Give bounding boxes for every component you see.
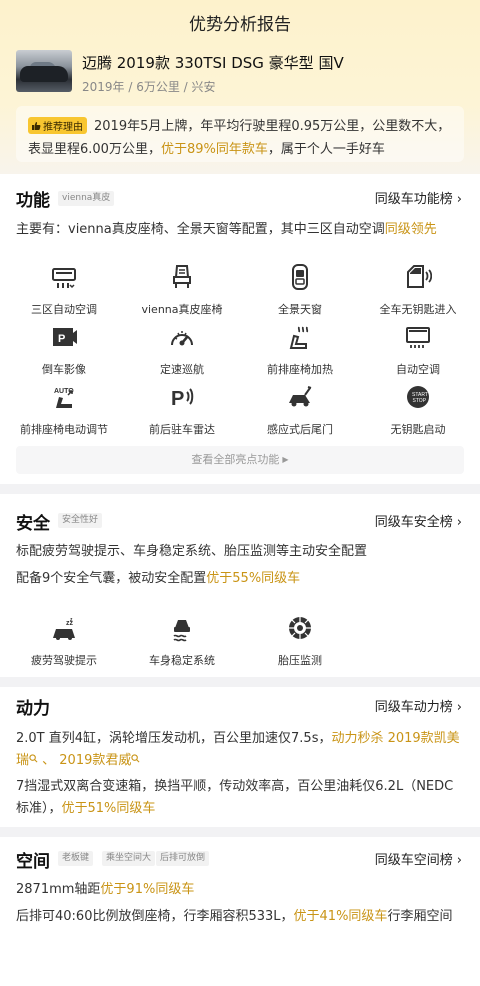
feature-label: 全车无钥匙进入 <box>379 303 457 316</box>
search-icon <box>29 754 38 763</box>
keyless-entry-icon <box>407 265 433 288</box>
feature-item[interactable]: P 倒车影像 <box>4 323 124 377</box>
chevron-right-icon: › <box>456 192 462 207</box>
function-section-title: 功能 <box>16 191 50 211</box>
power-line-1: 2.0T 直列4缸，涡轮增压发动机，百公里加速仅7.5s，动力秒杀 2019款凯… <box>16 731 460 768</box>
feature-label: 前排座椅加热 <box>267 363 333 376</box>
feature-label: 自动空调 <box>396 363 440 376</box>
feature-item[interactable]: 自动空调 <box>358 323 478 377</box>
feature-item[interactable]: 感应式后尾门 <box>240 383 360 437</box>
car-name: 迈腾 2019款 330TSI DSG 豪华型 国V <box>82 54 344 72</box>
page-title: 优势分析报告 <box>189 15 291 35</box>
fatigue-warning-icon: zzz <box>53 617 75 640</box>
safety-line-2: 配备9个安全气囊，被动安全配置优于55%同级车 <box>16 571 301 586</box>
feature-label: 车身稳定系统 <box>149 654 215 667</box>
feature-item[interactable]: 全车无钥匙进入 <box>358 263 478 317</box>
feature-label: 感应式后尾门 <box>267 423 333 436</box>
reverse-camera-icon: P <box>53 328 77 346</box>
feature-label: vienna真皮座椅 <box>141 303 223 316</box>
space-line-2: 后排可40:60比例放倒座椅，行李厢容积533L，优于41%同级车行李厢空间 <box>16 909 453 924</box>
ac-three-zone-icon <box>52 268 76 289</box>
feature-item[interactable]: P 前后驻车雷达 <box>122 383 242 437</box>
view-all-features-button[interactable]: 查看全部亮点功能 ▶ <box>16 446 464 474</box>
feature-item[interactable]: 车身稳定系统 <box>122 614 242 668</box>
function-summary: 主要有：vienna真皮座椅、全景天窗等配置，其中三区自动空调同级领先 <box>16 222 437 237</box>
feature-label: 前排座椅电动调节 <box>20 423 108 436</box>
smart-tailgate-icon <box>289 386 312 407</box>
feature-item[interactable]: 三区自动空调 <box>4 263 124 317</box>
parking-radar-icon: P <box>171 388 194 410</box>
space-card: 空间 老板键 乘坐空间大 后排可放倒 同级车空间榜 › 2871mm轴距优于91%… <box>0 837 480 986</box>
space-tag-1: 老板键 <box>58 851 94 866</box>
feature-label: 胎压监测 <box>278 654 322 667</box>
safety-rank-link[interactable]: 同级车安全榜 › <box>375 511 462 530</box>
feature-label: 无钥匙启动 <box>390 423 446 436</box>
play-triangle-icon: ▶ <box>282 455 289 464</box>
panoramic-sunroof-icon <box>292 264 308 290</box>
feature-label: 三区自动空调 <box>31 303 97 316</box>
chevron-right-icon: › <box>456 853 462 868</box>
svg-text:P: P <box>58 333 65 345</box>
tire-pressure-icon <box>289 617 311 639</box>
search-icon <box>131 754 140 763</box>
feature-label: 定速巡航 <box>160 363 204 376</box>
space-line-1: 2871mm轴距优于91%同级车 <box>16 882 195 897</box>
feature-label: 疲劳驾驶提示 <box>31 654 97 667</box>
auto-ac-icon <box>406 327 430 348</box>
feature-item[interactable]: 胎压监测 <box>240 614 360 668</box>
svg-text:P: P <box>171 388 184 410</box>
recommend-reason-tag: 推荐理由 <box>28 117 87 134</box>
stability-control-icon <box>173 620 190 642</box>
thumbs-up-icon <box>32 121 41 130</box>
space-tag-3: 后排可放倒 <box>156 851 210 866</box>
feature-label: 倒车影像 <box>42 363 86 376</box>
function-section-tag: vienna真皮 <box>58 191 115 206</box>
power-seat-icon: AUTO <box>54 388 74 408</box>
compare-link-regal[interactable]: 2019款君威 <box>59 753 131 768</box>
feature-item[interactable]: 前排座椅加热 <box>240 323 360 377</box>
feature-item[interactable]: AUTO 前排座椅电动调节 <box>4 383 124 437</box>
space-rank-link[interactable]: 同级车空间榜 › <box>375 849 462 868</box>
space-tag-2: 乘坐空间大 <box>102 851 156 866</box>
seat-heating-icon <box>289 326 309 349</box>
power-section-title: 动力 <box>16 699 50 719</box>
power-rank-link[interactable]: 同级车动力榜 › <box>375 696 462 715</box>
cruise-control-icon <box>171 331 193 346</box>
power-card: 动力 同级车动力榜 › 2.0T 直列4缸，涡轮增压发动机，百公里加速仅7.5s，… <box>0 687 480 827</box>
chevron-right-icon: › <box>456 700 462 715</box>
feature-item[interactable]: START STOP 无钥匙启动 <box>358 383 478 437</box>
car-meta: 2019年 / 6万公里 / 兴安 <box>82 80 216 94</box>
feature-item[interactable]: zz z 疲劳驾驶提示 <box>4 614 124 668</box>
chevron-right-icon: › <box>456 515 462 530</box>
safety-line-1: 标配疲劳驾驶提示、车身稳定系统、胎压监测等主动安全配置 <box>16 544 368 559</box>
svg-text:STOP: STOP <box>413 398 427 404</box>
feature-label: 全景天窗 <box>278 303 322 316</box>
safety-section-title: 安全 <box>16 514 50 534</box>
leather-seat-icon <box>173 265 191 288</box>
keyless-start-icon: STARTSTOP <box>407 386 429 408</box>
car-thumbnail[interactable] <box>16 50 72 92</box>
feature-item[interactable]: vienna真皮座椅 <box>122 263 242 317</box>
space-section-title: 空间 <box>16 852 50 872</box>
function-rank-link[interactable]: 同级车功能榜 › <box>375 188 462 207</box>
power-line-2: 7挡湿式双离合变速箱，换挡平顺，传动效率高，百公里油耗仅6.2L（NEDC标准）… <box>16 779 454 816</box>
safety-section-tag: 安全性好 <box>58 513 103 528</box>
feature-item[interactable]: 全景天窗 <box>240 263 360 317</box>
recommend-reason-text: 2019年5月上牌，年平均行驶里程0.95万公里，公里数不大，表显里程6.00万… <box>28 119 451 157</box>
feature-label: 前后驻车雷达 <box>149 423 215 436</box>
feature-item[interactable]: 定速巡航 <box>122 323 242 377</box>
